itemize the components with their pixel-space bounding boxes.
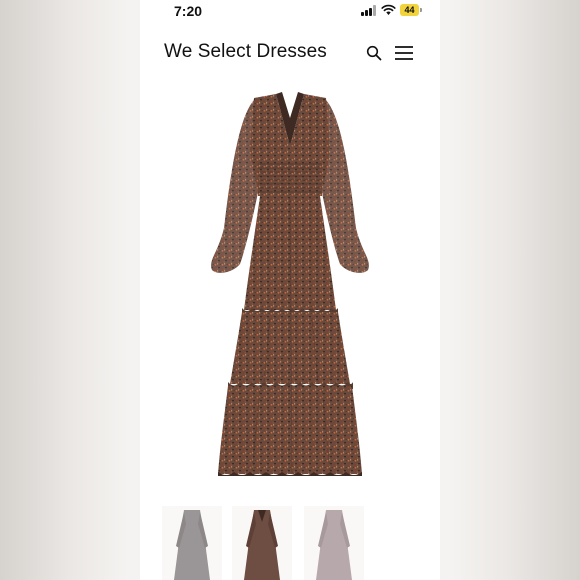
site-header: We Select Dresses xyxy=(140,36,440,70)
dress-thumbnail-brown-image xyxy=(244,510,280,580)
phone-screen: 7:20 44 We Select Dresses xyxy=(140,0,440,580)
product-thumbnails xyxy=(140,506,440,580)
status-time: 7:20 xyxy=(174,3,203,19)
battery-cap xyxy=(420,8,422,12)
battery-indicator: 44 xyxy=(400,4,419,16)
product-main-image[interactable] xyxy=(200,88,380,496)
dress-thumbnail-brown[interactable] xyxy=(232,506,292,580)
dress-thumbnail-grey[interactable] xyxy=(162,506,222,580)
dress-thumbnail-mauve-image xyxy=(316,510,352,580)
wifi-icon xyxy=(381,4,396,15)
hamburger-menu-icon[interactable] xyxy=(394,45,414,61)
search-icon[interactable] xyxy=(366,45,382,61)
status-bar: 7:20 44 xyxy=(140,0,440,24)
dress-thumbnail-mauve[interactable] xyxy=(304,506,364,580)
dress-thumbnail-grey-image xyxy=(174,510,210,580)
dress-skirt-middle xyxy=(230,312,350,384)
dress-skirt-lower xyxy=(218,386,362,474)
battery-level: 44 xyxy=(404,5,415,15)
site-title[interactable]: We Select Dresses xyxy=(164,41,327,63)
cellular-signal-icon xyxy=(361,5,377,16)
